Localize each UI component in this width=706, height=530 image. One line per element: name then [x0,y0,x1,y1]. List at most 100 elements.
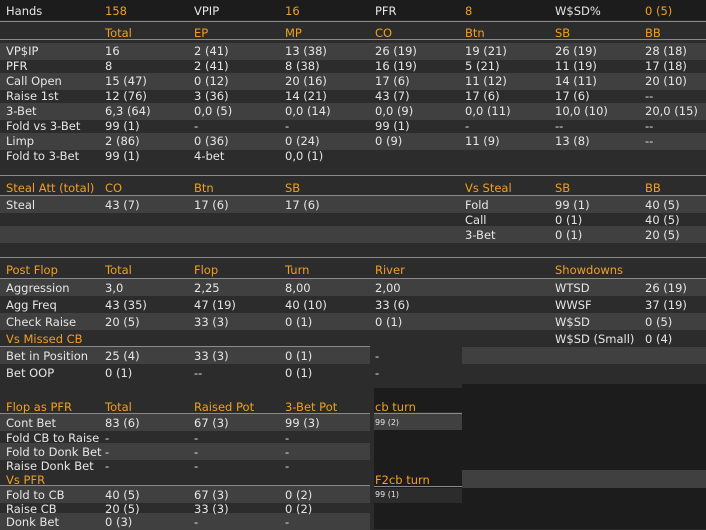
stat-cell: - [194,515,199,529]
stat-cell: 0 (4) [645,332,673,346]
stat-cell: 8 (38) [285,59,320,73]
row-label-cont-bet: Cont Bet [6,416,56,430]
wsd-label: W$SD% [555,4,601,18]
row-label-agg-freq: Agg Freq [6,298,57,312]
stat-cell: - [285,119,290,133]
stat-cell: 17 (18) [645,59,687,73]
row-label-wtsd: WTSD [555,281,590,295]
stat-cell: 0 (2) [285,502,313,516]
row-label-donk-bet: Donk Bet [6,515,59,529]
row-band [462,470,706,488]
cb-turn-value: 99 (2) [375,418,400,427]
col-header-btn: Btn [465,26,485,40]
col-header-raised-pot: Raised Pot [194,400,255,414]
stat-cell: 0 (12) [194,74,229,88]
stat-cell: -- [645,89,654,103]
stat-cell: 40 (5) [645,213,680,227]
stat-cell: 2 (41) [194,59,229,73]
stat-cell: 26 (19) [555,44,597,58]
stat-cell: 4-bet [194,149,225,163]
stat-cell: 0 (1) [285,349,313,363]
row-label-steal: Steal [6,198,36,212]
stat-cell: - [375,349,380,363]
vs-pfr-title: Vs PFR [6,473,46,487]
col-header-btn: Btn [194,181,214,195]
row-label-bet-oop: Bet OOP [6,366,55,380]
stat-cell: -- [194,366,203,380]
row-label-fold-to-3bet: Fold to 3-Bet [6,149,80,163]
stat-cell: 99 (1) [375,119,410,133]
row-band [0,226,706,243]
stat-cell: 0 (9) [375,134,403,148]
stat-cell: 3,0 [105,281,124,295]
row-label-call: Call [465,213,487,227]
row-label-bet-in-position: Bet in Position [6,349,89,363]
stat-cell: 0,0 (11) [465,104,511,118]
stat-cell: 67 (3) [194,488,229,502]
steal-title: Steal Att (total) [6,181,95,195]
stat-cell: 13 (38) [285,44,327,58]
row-label-fold-to-cb: Fold to CB [6,488,65,502]
row-label-3bet: 3-Bet [465,228,496,242]
stat-cell: - [194,119,199,133]
stat-cell: 17 (6) [375,74,410,88]
stat-cell: 67 (3) [194,416,229,430]
stat-cell: 43 (7) [105,198,140,212]
hands-label: Hands [6,4,43,18]
divider [0,21,706,22]
stat-cell: 0 (1) [285,366,313,380]
header-underline [0,195,706,196]
header-underline [0,485,370,486]
col-header-flop: Flop [194,263,219,277]
row-label-raise-cb: Raise CB [6,502,57,516]
stat-cell: 40 (5) [105,488,140,502]
stat-cell: 0 (1) [105,366,133,380]
stat-cell: 37 (19) [645,298,687,312]
stat-cell: 0 (2) [285,488,313,502]
col-header-bb: BB [645,26,661,40]
stat-cell: 0 (24) [285,134,320,148]
stat-cell: 20 (5) [105,502,140,516]
stat-cell: 0 (36) [194,134,229,148]
hands-value: 158 [105,4,127,18]
stat-cell: 0,0 (14) [285,104,331,118]
stat-cell: 2 (41) [194,44,229,58]
stat-cell: 40 (5) [645,198,680,212]
row-label-pfr: PFR [6,59,28,73]
col-header-bb: BB [645,181,661,195]
stat-cell: 33 (6) [375,298,410,312]
col-header-sb: SB [555,181,571,195]
stat-cell: 11 (19) [555,59,597,73]
stat-cell: 47 (19) [194,298,236,312]
stat-cell: 17 (6) [285,198,320,212]
stat-cell: - [105,445,110,459]
stat-cell: 83 (6) [105,416,140,430]
row-label-check-raise: Check Raise [6,315,77,329]
stat-cell: 12 (76) [105,89,147,103]
row-label-wwsf: WWSF [555,298,592,312]
col-header-3bet-pot: 3-Bet Pot [285,400,338,414]
stat-cell: 0,0 (1) [285,149,324,163]
stat-cell: 0,0 (9) [375,104,414,118]
stat-cell: - [194,459,199,473]
stat-cell: 0 (1) [285,315,313,329]
row-label-raise-donk-bet: Raise Donk Bet [6,459,94,473]
wsd-value: 0 (5) [645,4,673,18]
postflop-title: Post Flop [6,263,58,277]
stat-cell: 0 (5) [645,315,673,329]
stat-cell: 0 (1) [375,315,403,329]
stat-cell: 11 (9) [465,134,500,148]
stat-cell: - [105,431,110,445]
header-underline [0,278,706,279]
stat-cell: 20 (5) [105,315,140,329]
row-label-vpip: VP$IP [6,44,39,58]
col-header-co: CO [375,26,393,40]
stat-cell: 13 (8) [555,134,590,148]
stat-cell: 99 (3) [285,416,320,430]
stat-cell: 16 (19) [375,59,417,73]
stat-cell: 99 (1) [105,149,140,163]
row-label-wsd-small: W$SD (Small) [555,332,635,346]
vs-missed-cb-title: Vs Missed CB [6,332,83,346]
flop-as-pfr-title: Flop as PFR [6,400,73,414]
vpip-label: VPIP [194,4,220,18]
